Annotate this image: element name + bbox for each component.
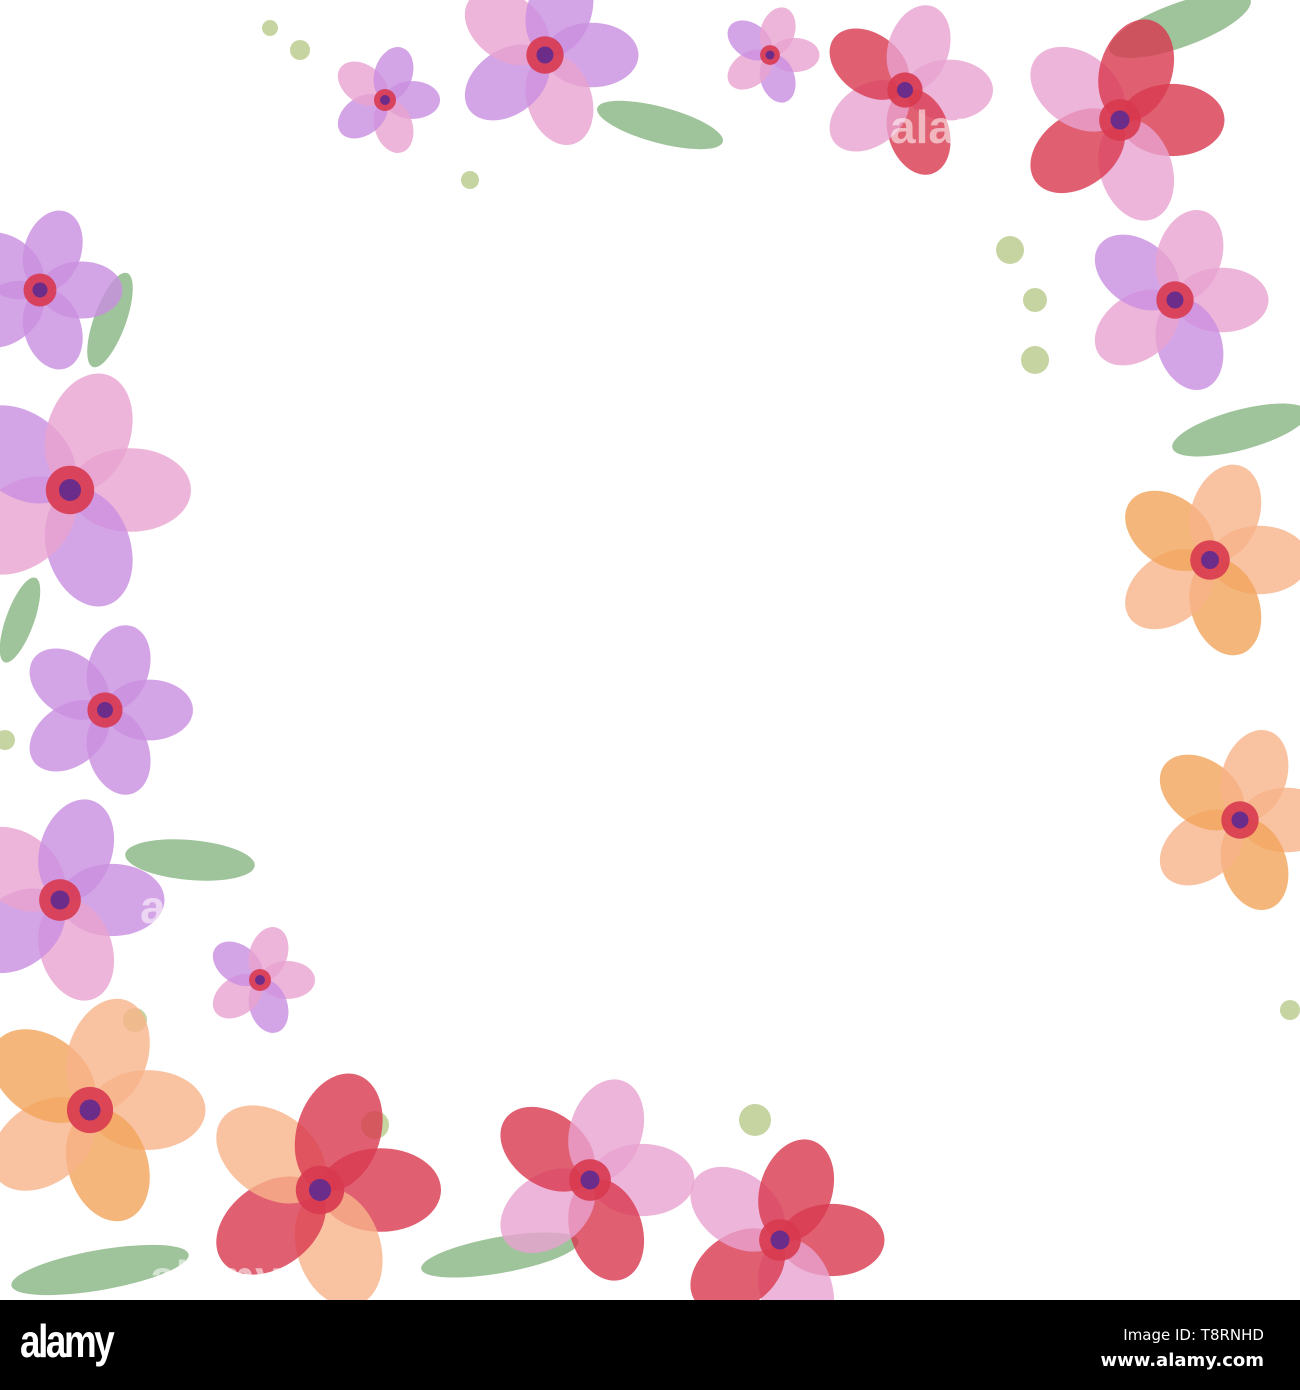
bud xyxy=(739,1104,771,1136)
orchid-flower xyxy=(212,927,315,1033)
image-id: Image ID: T8RNHD xyxy=(1123,1326,1264,1344)
bud xyxy=(1023,288,1047,312)
orchid-flower xyxy=(337,47,440,153)
bud xyxy=(461,171,479,189)
orchid-flower xyxy=(829,5,993,175)
bud xyxy=(996,236,1024,264)
orchid-flower xyxy=(29,625,193,795)
orchid-flower xyxy=(1159,729,1300,911)
bud xyxy=(262,20,278,36)
orchid-flower xyxy=(464,0,639,146)
watermark-text: alamy xyxy=(150,1251,281,1303)
leaf xyxy=(1172,403,1300,457)
orchid-flower xyxy=(1094,209,1269,391)
bud xyxy=(290,40,310,60)
watermark-text: alamy xyxy=(890,101,1021,153)
orchid-flower xyxy=(727,7,820,103)
alamy-logo: alamy xyxy=(20,1315,115,1367)
orchid-flower xyxy=(690,1139,885,1300)
bud xyxy=(1021,346,1049,374)
bud xyxy=(0,730,15,750)
leaf xyxy=(597,100,723,150)
stock-image: alamy alamy alamy alamy Image ID: T8RNHD… xyxy=(0,0,1300,1390)
watermark-text: alamy xyxy=(140,881,271,933)
website-url: www.alamy.com xyxy=(1100,1350,1264,1371)
orchid-flower xyxy=(1125,464,1300,656)
bud xyxy=(1280,1000,1300,1020)
footer-bar: alamy Image ID: T8RNHD www.alamy.com xyxy=(0,1300,1300,1390)
orchid-flower xyxy=(0,998,206,1222)
orchid-watercolor-frame xyxy=(0,0,1300,1300)
